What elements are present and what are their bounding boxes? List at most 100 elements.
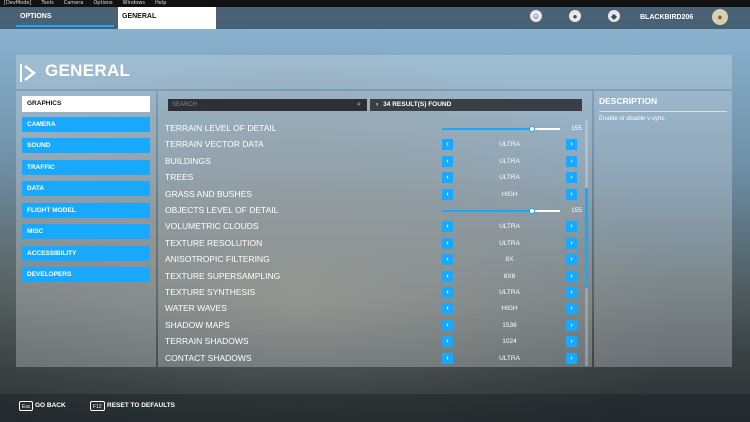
chevron-left-icon[interactable]: ‹	[442, 270, 453, 282]
slider-handle[interactable]	[528, 125, 535, 132]
chevron-left-icon[interactable]: ‹	[442, 303, 453, 315]
chevron-left-icon[interactable]: ‹	[442, 139, 453, 151]
dev-menu-item[interactable]: Options	[93, 0, 112, 7]
setting-label: TERRAIN SHADOWS	[165, 336, 249, 347]
setting-label: TEXTURE SUPERSAMPLING	[165, 270, 281, 281]
setting-row[interactable]: BUILDINGS ‹ ULTRA ›	[162, 154, 582, 169]
chevron-right-icon[interactable]: ›	[566, 254, 577, 266]
setting-label: WATER WAVES	[165, 303, 227, 314]
scrollbar-thumb[interactable]	[585, 188, 588, 288]
setting-row[interactable]: TERRAIN LEVEL OF DETAIL 155	[162, 121, 582, 136]
setting-value: 155	[571, 125, 582, 132]
setting-label: CONTACT SHADOWS	[165, 352, 252, 363]
chevron-right-icon[interactable]: ›	[566, 270, 577, 282]
profile-icon[interactable]: ●	[569, 10, 581, 22]
slider-fill	[442, 128, 532, 130]
setting-label: TERRAIN VECTOR DATA	[165, 139, 264, 150]
chevron-right-icon[interactable]: ›	[566, 237, 577, 249]
chevron-right-icon[interactable]: ›	[566, 188, 577, 200]
setting-value: 1024	[502, 338, 517, 346]
go-back-button[interactable]: GO BACK	[35, 401, 66, 411]
dev-menu-item[interactable]: Tools	[41, 0, 53, 7]
description-text: Enable or disable v-sync.	[599, 116, 667, 122]
chevron-right-icon[interactable]: ›	[566, 287, 577, 298]
dev-menu-item[interactable]: [DevMode]	[4, 0, 31, 7]
chevron-left-icon[interactable]: ‹	[442, 352, 453, 364]
tab-general[interactable]: GENERAL	[118, 7, 216, 29]
esc-key-badge: Esc	[19, 401, 34, 411]
setting-row[interactable]: WATER WAVES ‹ HIGH ›	[162, 301, 582, 316]
dev-menu-item[interactable]: Help	[155, 0, 166, 7]
chevron-right-icon[interactable]: ›	[566, 303, 577, 315]
chevron-logo-icon	[20, 64, 37, 82]
dev-menu-item[interactable]: Windows	[123, 0, 145, 7]
chevron-left-icon[interactable]: ‹	[442, 336, 453, 348]
setting-row[interactable]: TERRAIN VECTOR DATA ‹ ULTRA ›	[162, 137, 582, 152]
chevron-left-icon[interactable]: ‹	[442, 287, 453, 298]
chevron-left-icon[interactable]: ‹	[442, 254, 453, 266]
chevron-right-icon[interactable]: ›	[566, 172, 577, 184]
sidebar-item-data[interactable]: DATA	[22, 181, 150, 196]
setting-row[interactable]: TEXTURE RESOLUTION ‹ ULTRA ›	[162, 236, 582, 251]
description-divider	[599, 111, 727, 112]
setting-row[interactable]: TERRAIN SHADOWS ‹ 1024 ›	[162, 334, 582, 349]
sidebar-item-accessibility[interactable]: ACCESSIBILITY	[22, 246, 150, 261]
chevron-left-icon[interactable]: ‹	[442, 155, 453, 167]
chevron-right-icon[interactable]: ›	[566, 139, 577, 151]
setting-value: ULTRA	[499, 239, 520, 247]
sidebar-item-camera[interactable]: CAMERA	[22, 117, 150, 132]
f12-key-badge: F12	[90, 401, 105, 411]
tab-options[interactable]: OPTIONS	[16, 7, 114, 27]
setting-row[interactable]: SHADOW MAPS ‹ 1536 ›	[162, 318, 582, 333]
dev-menu-bar: [DevMode] Tools Camera Options Windows Help	[0, 0, 750, 7]
setting-slider[interactable]	[442, 207, 560, 214]
setting-value: 1536	[502, 321, 517, 329]
setting-label: GRASS AND BUSHES	[165, 188, 252, 199]
search-input[interactable]: SEARCH	[168, 99, 367, 111]
notifications-icon[interactable]: ◆	[608, 10, 620, 22]
setting-slider[interactable]	[442, 125, 560, 132]
friends-icon[interactable]: ☺	[530, 10, 542, 22]
sidebar-item-traffic[interactable]: TRAFFIC	[22, 160, 150, 175]
chevron-right-icon[interactable]: ›	[566, 319, 577, 331]
setting-row[interactable]: TREES ‹ ULTRA ›	[162, 170, 582, 185]
setting-label: ANISOTROPIC FILTERING	[165, 254, 270, 265]
description-panel	[594, 91, 732, 367]
setting-label: TEXTURE RESOLUTION	[165, 237, 263, 248]
slider-handle[interactable]	[528, 207, 535, 214]
setting-row[interactable]: CONTACT SHADOWS ‹ ULTRA ›	[162, 351, 582, 366]
setting-row[interactable]: TEXTURE SUPERSAMPLING ‹ 8X8 ›	[162, 269, 582, 284]
sidebar-item-graphics[interactable]: GRAPHICS	[22, 96, 150, 112]
chevron-left-icon[interactable]: ‹	[442, 237, 453, 249]
sidebar-item-sound[interactable]: SOUND	[22, 138, 150, 153]
reset-defaults-button[interactable]: RESET TO DEFAULTS	[107, 401, 175, 411]
setting-row[interactable]: GRASS AND BUSHES ‹ HIGH ›	[162, 187, 582, 202]
chevron-left-icon[interactable]: ‹	[442, 319, 453, 331]
setting-value: ULTRA	[499, 354, 520, 362]
setting-label: VOLUMETRIC CLOUDS	[165, 221, 259, 232]
search-icon[interactable]: ⌕	[357, 101, 365, 109]
setting-value: 8X	[505, 256, 514, 264]
sidebar-item-developers[interactable]: DEVELOPERS	[22, 267, 150, 282]
chevron-right-icon[interactable]: ›	[566, 155, 577, 167]
chevron-right-icon[interactable]: ›	[566, 221, 577, 233]
setting-row[interactable]: VOLUMETRIC CLOUDS ‹ ULTRA ›	[162, 219, 582, 234]
chevron-right-icon[interactable]: ›	[566, 336, 577, 348]
sidebar-item-misc[interactable]: MISC	[22, 224, 150, 239]
setting-label: BUILDINGS	[165, 155, 211, 166]
dev-menu-item[interactable]: Camera	[64, 0, 84, 7]
chevron-right-icon[interactable]: ›	[566, 352, 577, 364]
setting-label: TERRAIN LEVEL OF DETAIL	[165, 123, 277, 133]
setting-value: ULTRA	[499, 223, 520, 231]
setting-row[interactable]: OBJECTS LEVEL OF DETAIL 155	[162, 203, 582, 218]
chevron-left-icon[interactable]: ‹	[442, 221, 453, 233]
results-count-text: 34 RESULT(S) FOUND	[383, 101, 452, 108]
avatar-icon[interactable]: ●	[712, 9, 728, 25]
setting-row[interactable]: ANISOTROPIC FILTERING ‹ 8X ›	[162, 252, 582, 267]
username[interactable]: BLACKBIRD206	[640, 7, 693, 29]
setting-row[interactable]: TEXTURE SYNTHESIS ‹ ULTRA ›	[162, 285, 582, 300]
chevron-left-icon[interactable]: ‹	[442, 172, 453, 184]
chevron-left-icon[interactable]: ‹	[442, 188, 453, 200]
sidebar-item-flight-model[interactable]: FLIGHT MODEL	[22, 203, 150, 218]
setting-value: ULTRA	[499, 289, 520, 296]
